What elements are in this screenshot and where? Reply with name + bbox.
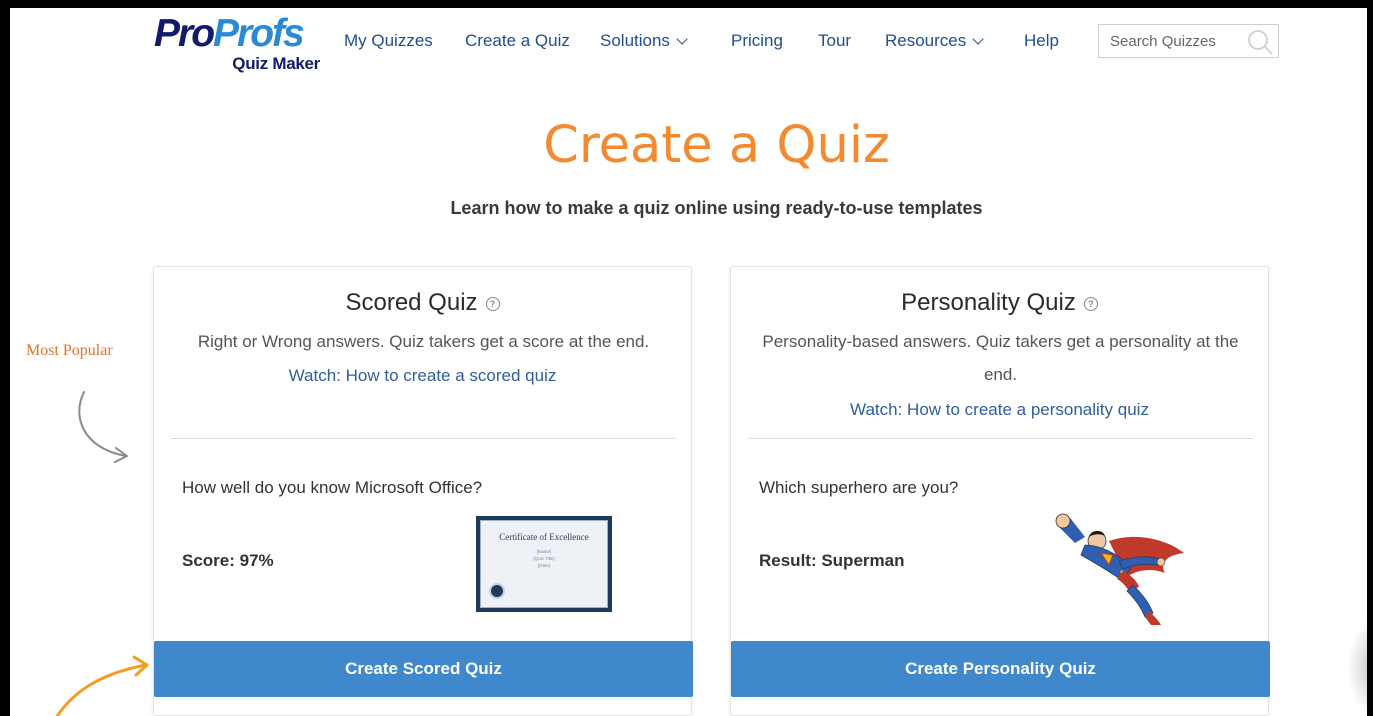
certificate-line: [Date] bbox=[537, 563, 550, 568]
card-title: Scored Quiz? bbox=[154, 289, 691, 317]
search-input[interactable] bbox=[1099, 25, 1244, 57]
most-popular-annotation: Most Popular bbox=[26, 342, 113, 359]
scored-quiz-card: Scored Quiz? Right or Wrong answers. Qui… bbox=[153, 266, 693, 716]
search-icon[interactable] bbox=[1246, 28, 1274, 56]
watch-video-link[interactable]: Watch: How to create a personality quiz bbox=[731, 400, 1268, 420]
divider bbox=[171, 438, 676, 439]
seal-icon bbox=[489, 583, 505, 599]
certificate-line: [Name] bbox=[536, 549, 552, 554]
chevron-down-icon bbox=[676, 33, 688, 45]
nav-pricing[interactable]: Pricing bbox=[731, 30, 783, 52]
sample-question: How well do you know Microsoft Office? bbox=[182, 478, 483, 497]
certificate-image: Certificate of Excellence [Name] [Quiz T… bbox=[476, 516, 612, 612]
watch-video-link[interactable]: Watch: How to create a scored quiz bbox=[154, 366, 691, 386]
logo-subtitle: Quiz Maker bbox=[232, 54, 320, 73]
help-icon[interactable]: ? bbox=[485, 297, 500, 311]
nav-tour[interactable]: Tour bbox=[818, 30, 851, 52]
superman-image bbox=[1055, 513, 1184, 625]
create-scored-quiz-button[interactable]: Create Scored Quiz bbox=[154, 641, 693, 697]
sample-result: Result: Superman bbox=[759, 551, 905, 570]
nav-resources[interactable]: Resources bbox=[885, 30, 984, 52]
proprofs-logo[interactable]: ProProfs Quiz Maker bbox=[154, 14, 324, 76]
divider bbox=[748, 438, 1253, 439]
help-icon[interactable]: ? bbox=[1083, 297, 1098, 311]
personality-quiz-card: Personality Quiz? Personality-based answ… bbox=[730, 266, 1270, 716]
nav-help[interactable]: Help bbox=[1024, 30, 1059, 52]
certificate-title: Certificate of Excellence bbox=[499, 532, 589, 542]
certificate-line: [Quiz Title] bbox=[533, 556, 555, 561]
curved-arrow-icon bbox=[55, 655, 149, 716]
card-description: Right or Wrong answers. Quiz takers get … bbox=[197, 332, 650, 351]
nav-create-a-quiz[interactable]: Create a Quiz bbox=[465, 30, 570, 52]
edge-shadow bbox=[1347, 618, 1367, 716]
create-personality-quiz-button[interactable]: Create Personality Quiz bbox=[731, 641, 1270, 697]
sample-question: Which superhero are you? bbox=[759, 478, 959, 497]
page-title: Create a Quiz bbox=[543, 116, 890, 175]
page-frame: ProProfs Quiz Maker My Quizzes Create a … bbox=[10, 8, 1367, 716]
chevron-down-icon bbox=[972, 33, 984, 45]
card-description: Personality-based answers. Quiz takers g… bbox=[762, 332, 1239, 384]
nav-solutions[interactable]: Solutions bbox=[600, 30, 688, 52]
logo-wordmark: ProProfs bbox=[154, 12, 305, 55]
sample-result: Score: 97% bbox=[182, 551, 274, 570]
nav-my-quizzes[interactable]: My Quizzes bbox=[344, 30, 433, 52]
page-subtitle: Learn how to make a quiz online using re… bbox=[450, 198, 983, 218]
curved-arrow-icon bbox=[78, 391, 128, 463]
card-title: Personality Quiz? bbox=[731, 289, 1268, 317]
search-box bbox=[1098, 24, 1279, 58]
